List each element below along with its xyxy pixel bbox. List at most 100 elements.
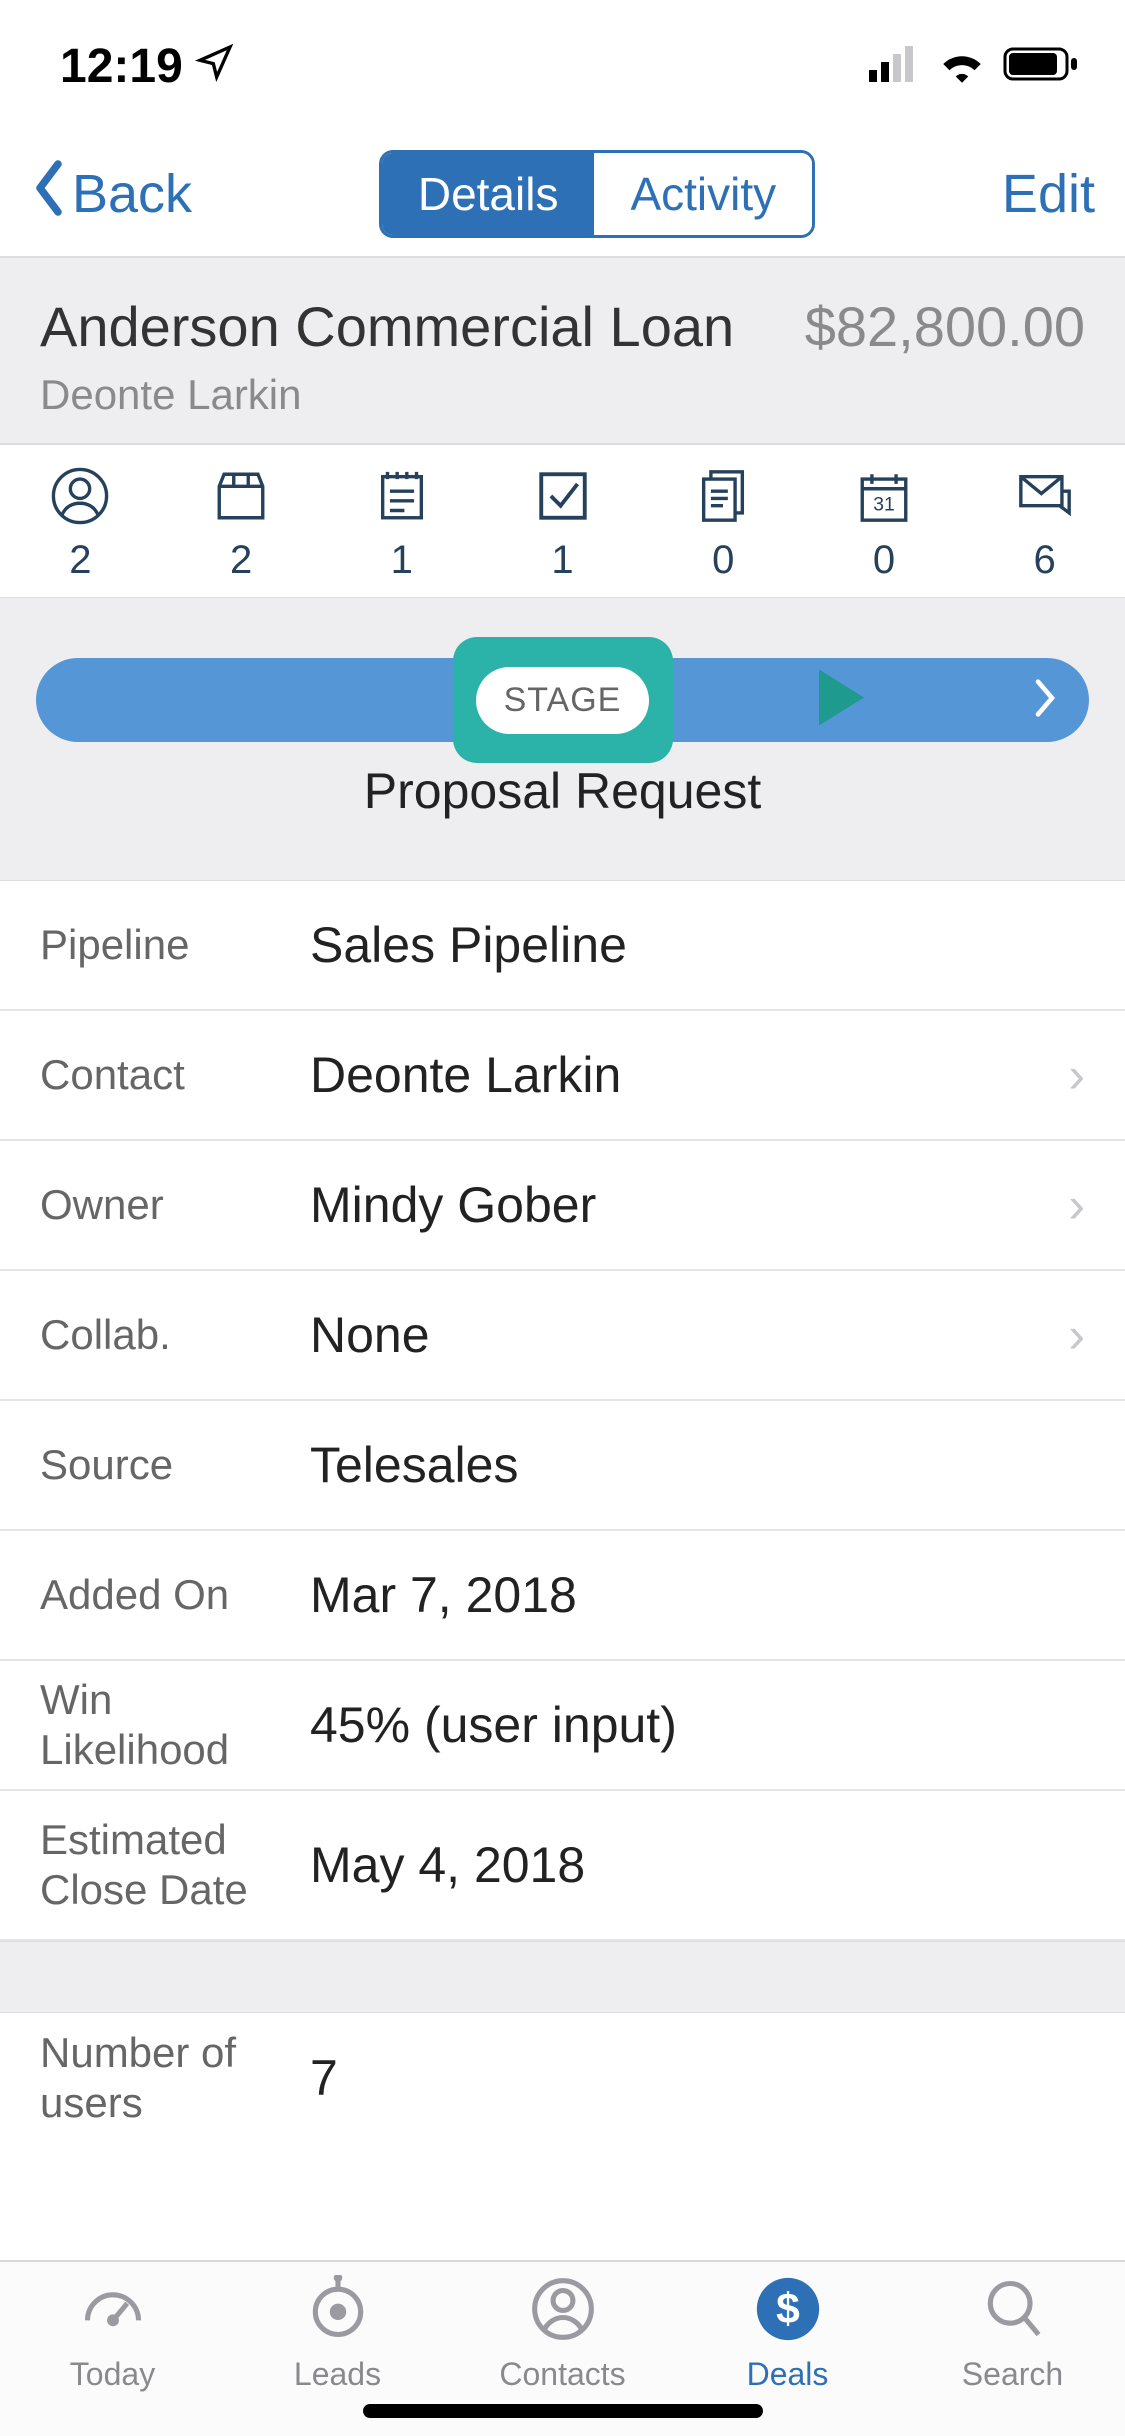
back-button[interactable]: Back	[30, 158, 192, 231]
tab-contacts-label: Contacts	[499, 2356, 625, 2393]
mail-icon	[1016, 467, 1074, 530]
tab-today[interactable]: Today	[0, 2262, 225, 2406]
tab-deals-label: Deals	[747, 2356, 829, 2393]
counts-row: 2 2 1 1 0 31 0 6	[0, 444, 1125, 598]
clock-text: 12:19	[60, 39, 183, 94]
label-users: Number of users	[40, 2028, 310, 2129]
label-added: Added On	[40, 1570, 310, 1620]
cellular-icon	[869, 46, 921, 87]
stage-name: Proposal Request	[36, 762, 1089, 820]
value-win: 45% (user input)	[310, 1696, 1085, 1754]
row-added: Added On Mar 7, 2018	[0, 1531, 1125, 1661]
notepad-icon	[373, 467, 431, 530]
deal-title: Anderson Commercial Loan	[40, 294, 734, 359]
segmented-control: Details Activity	[379, 150, 815, 238]
tab-today-label: Today	[70, 2356, 155, 2393]
row-users: Number of users 7	[0, 2013, 1125, 2143]
tab-contacts[interactable]: Contacts	[450, 2262, 675, 2406]
box-icon	[212, 467, 270, 530]
row-contact[interactable]: Contact Deonte Larkin ›	[0, 1011, 1125, 1141]
person-icon	[529, 2275, 597, 2348]
deal-header: Anderson Commercial Loan $82,800.00 Deon…	[0, 258, 1125, 444]
tab-leads-label: Leads	[294, 2356, 381, 2393]
tab-activity[interactable]: Activity	[594, 153, 812, 235]
label-owner: Owner	[40, 1180, 310, 1230]
details-list: Pipeline Sales Pipeline Contact Deonte L…	[0, 881, 1125, 1941]
count-tasks[interactable]: 1	[482, 445, 643, 597]
count-people-value: 2	[69, 538, 91, 583]
value-added: Mar 7, 2018	[310, 1566, 1085, 1624]
section-gap	[0, 1941, 1125, 2013]
wifi-icon	[937, 45, 987, 88]
row-pipeline: Pipeline Sales Pipeline	[0, 881, 1125, 1011]
count-notes[interactable]: 1	[321, 445, 482, 597]
dollar-icon: $	[754, 2275, 822, 2348]
count-people[interactable]: 2	[0, 445, 161, 597]
value-collab: None	[310, 1306, 1068, 1364]
chevron-right-icon: ›	[1068, 1306, 1085, 1364]
gauge-icon	[79, 2275, 147, 2348]
label-win: Win Likelihood	[40, 1675, 310, 1776]
location-icon	[195, 39, 235, 94]
files-icon	[694, 467, 752, 530]
tab-details[interactable]: Details	[382, 153, 595, 235]
edit-button[interactable]: Edit	[1002, 163, 1095, 225]
count-products-value: 2	[230, 538, 252, 583]
value-source: Telesales	[310, 1436, 1085, 1494]
label-close: Estimated Close Date	[40, 1815, 310, 1916]
count-mail[interactable]: 6	[964, 445, 1125, 597]
label-contact: Contact	[40, 1050, 310, 1100]
target-icon	[304, 2275, 372, 2348]
value-owner: Mindy Gober	[310, 1176, 1068, 1234]
deal-contact-subtitle: Deonte Larkin	[40, 371, 1085, 419]
status-time: 12:19	[60, 39, 235, 94]
checkbox-icon	[534, 467, 592, 530]
label-source: Source	[40, 1440, 310, 1490]
calendar-icon: 31	[855, 467, 913, 530]
count-calendar[interactable]: 31 0	[804, 445, 965, 597]
status-icons	[869, 45, 1081, 88]
nav-bar: Back Details Activity Edit	[0, 132, 1125, 258]
arrow-right-icon	[689, 658, 889, 743]
svg-text:31: 31	[873, 495, 895, 516]
home-indicator[interactable]	[363, 2404, 763, 2418]
tab-search[interactable]: Search	[900, 2262, 1125, 2406]
stage-bar[interactable]: STAGE	[36, 658, 1089, 742]
tab-search-label: Search	[962, 2356, 1063, 2393]
back-label: Back	[72, 163, 192, 225]
count-files[interactable]: 0	[643, 445, 804, 597]
count-files-value: 0	[712, 538, 734, 583]
tab-deals[interactable]: $ Deals	[675, 2262, 900, 2406]
chevron-left-icon	[30, 158, 68, 231]
content-area: Anderson Commercial Loan $82,800.00 Deon…	[0, 258, 1125, 2260]
stage-pill-highlight: STAGE	[453, 637, 673, 763]
label-pipeline: Pipeline	[40, 920, 310, 970]
value-contact: Deonte Larkin	[310, 1046, 1068, 1104]
row-owner[interactable]: Owner Mindy Gober ›	[0, 1141, 1125, 1271]
chevron-right-icon: ›	[1068, 1046, 1085, 1104]
row-collab[interactable]: Collab. None ›	[0, 1271, 1125, 1401]
tab-leads[interactable]: Leads	[225, 2262, 450, 2406]
count-calendar-value: 0	[873, 538, 895, 583]
chevron-right-icon	[1031, 674, 1059, 727]
value-pipeline: Sales Pipeline	[310, 916, 1085, 974]
chevron-right-icon: ›	[1068, 1176, 1085, 1234]
count-products[interactable]: 2	[161, 445, 322, 597]
row-close: Estimated Close Date May 4, 2018	[0, 1791, 1125, 1941]
label-collab: Collab.	[40, 1310, 310, 1360]
status-bar: 12:19	[0, 0, 1125, 132]
count-tasks-value: 1	[551, 538, 573, 583]
count-mail-value: 6	[1034, 538, 1056, 583]
row-source: Source Telesales	[0, 1401, 1125, 1531]
person-icon	[51, 467, 109, 530]
search-icon	[979, 2275, 1047, 2348]
details-list-2: Number of users 7	[0, 2013, 1125, 2143]
stage-pill[interactable]: STAGE	[476, 667, 650, 734]
value-users: 7	[310, 2049, 1085, 2107]
stage-section: STAGE Proposal Request	[0, 598, 1125, 881]
row-win: Win Likelihood 45% (user input)	[0, 1661, 1125, 1791]
count-notes-value: 1	[391, 538, 413, 583]
battery-icon	[1003, 45, 1081, 88]
value-close: May 4, 2018	[310, 1836, 1085, 1894]
svg-text:$: $	[776, 2286, 800, 2333]
